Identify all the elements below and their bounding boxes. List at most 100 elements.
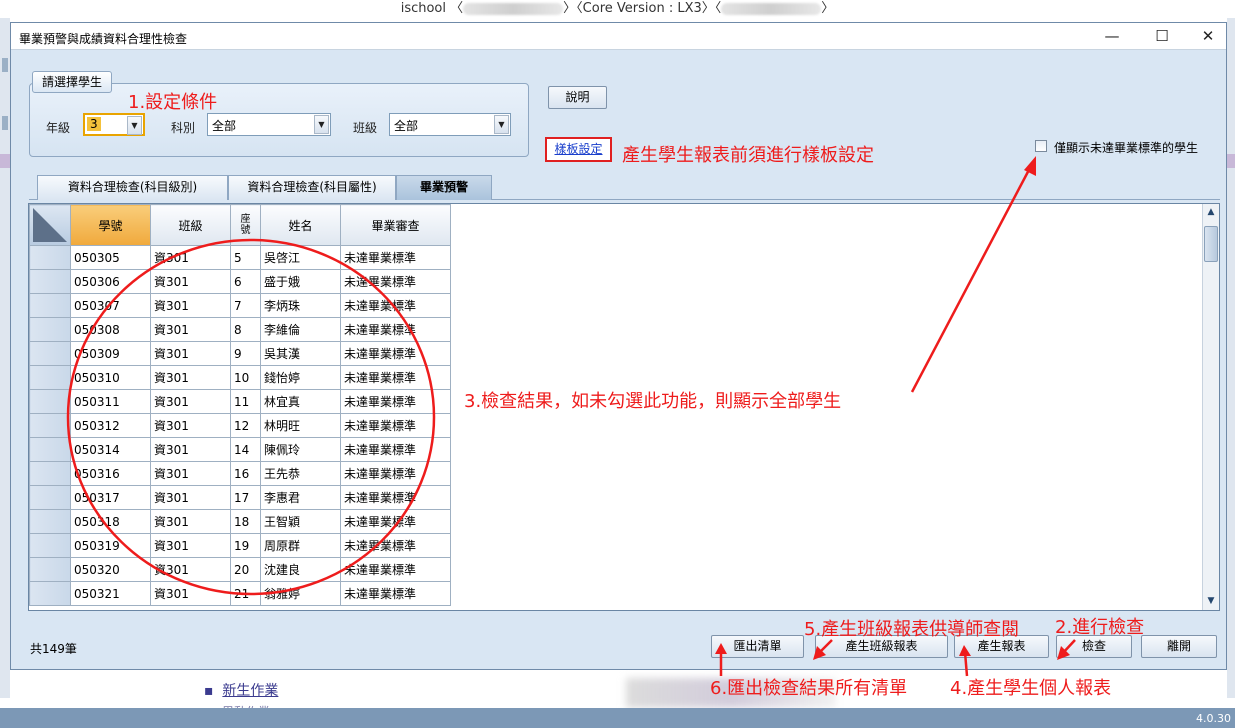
- table-row[interactable]: 050308 資301 8 李維倫 未達畢業標準: [29, 317, 451, 342]
- cell-class[interactable]: 資301: [150, 389, 231, 414]
- template-setting-link[interactable]: 樣板設定: [545, 137, 612, 162]
- cell-name[interactable]: 吳啓江: [260, 245, 341, 270]
- cell-student-id[interactable]: 050319: [70, 533, 151, 558]
- chevron-down-icon[interactable]: ▼: [127, 116, 142, 135]
- cell-seat[interactable]: 20: [230, 557, 261, 582]
- cell-name[interactable]: 王智穎: [260, 509, 341, 534]
- tab-graduation-warning[interactable]: 畢業預警: [396, 175, 492, 200]
- cell-graduation-review[interactable]: 未達畢業標準: [340, 437, 451, 462]
- table-row[interactable]: 050306 資301 6 盛于娥 未達畢業標準: [29, 269, 451, 294]
- cell-class[interactable]: 資301: [150, 413, 231, 438]
- cell-graduation-review[interactable]: 未達畢業標準: [340, 317, 451, 342]
- cell-seat[interactable]: 6: [230, 269, 261, 294]
- row-header[interactable]: [29, 581, 71, 606]
- cell-class[interactable]: 資301: [150, 533, 231, 558]
- cell-class[interactable]: 資301: [150, 317, 231, 342]
- cell-class[interactable]: 資301: [150, 341, 231, 366]
- row-header[interactable]: [29, 533, 71, 558]
- cell-seat[interactable]: 10: [230, 365, 261, 390]
- cell-student-id[interactable]: 050307: [70, 293, 151, 318]
- cell-name[interactable]: 林宜真: [260, 389, 341, 414]
- leave-button[interactable]: 離開: [1141, 635, 1217, 658]
- table-row[interactable]: 050321 資301 21 翁雅婷 未達畢業標準: [29, 581, 451, 606]
- cell-student-id[interactable]: 050310: [70, 365, 151, 390]
- cell-class[interactable]: 資301: [150, 437, 231, 462]
- table-row[interactable]: 050319 資301 19 周原群 未達畢業標準: [29, 533, 451, 558]
- select-all-corner[interactable]: [29, 204, 71, 246]
- row-header[interactable]: [29, 365, 71, 390]
- scroll-down-icon[interactable]: ▼: [1203, 593, 1219, 610]
- cell-graduation-review[interactable]: 未達畢業標準: [340, 485, 451, 510]
- tab-subject-level-check[interactable]: 資料合理檢查(科目級別): [37, 175, 228, 200]
- cell-seat[interactable]: 17: [230, 485, 261, 510]
- chevron-down-icon[interactable]: ▼: [314, 115, 329, 134]
- row-header[interactable]: [29, 245, 71, 270]
- cell-name[interactable]: 錢怡婷: [260, 365, 341, 390]
- cell-student-id[interactable]: 050318: [70, 509, 151, 534]
- cell-name[interactable]: 李惠君: [260, 485, 341, 510]
- cell-seat[interactable]: 16: [230, 461, 261, 486]
- cell-graduation-review[interactable]: 未達畢業標準: [340, 269, 451, 294]
- cell-student-id[interactable]: 050316: [70, 461, 151, 486]
- cell-student-id[interactable]: 050308: [70, 317, 151, 342]
- cell-class[interactable]: 資301: [150, 461, 231, 486]
- maximize-button[interactable]: ☐: [1139, 23, 1185, 50]
- export-list-button[interactable]: 匯出清單: [711, 635, 804, 658]
- grade-select[interactable]: 3 ▼: [83, 113, 145, 136]
- cell-graduation-review[interactable]: 未達畢業標準: [340, 581, 451, 606]
- row-header[interactable]: [29, 413, 71, 438]
- cell-graduation-review[interactable]: 未達畢業標準: [340, 389, 451, 414]
- table-row[interactable]: 050305 資301 5 吳啓江 未達畢業標準: [29, 245, 451, 270]
- cell-graduation-review[interactable]: 未達畢業標準: [340, 533, 451, 558]
- cell-student-id[interactable]: 050305: [70, 245, 151, 270]
- cell-class[interactable]: 資301: [150, 245, 231, 270]
- table-row[interactable]: 050314 資301 14 陳佩玲 未達畢業標準: [29, 437, 451, 462]
- minimize-button[interactable]: —: [1089, 23, 1135, 50]
- chevron-down-icon[interactable]: ▼: [494, 115, 509, 134]
- table-row[interactable]: 050316 資301 16 王先恭 未達畢業標準: [29, 461, 451, 486]
- cell-seat[interactable]: 11: [230, 389, 261, 414]
- column-header-seat[interactable]: 座號: [230, 204, 261, 246]
- row-header[interactable]: [29, 389, 71, 414]
- cell-graduation-review[interactable]: 未達畢業標準: [340, 245, 451, 270]
- row-header[interactable]: [29, 557, 71, 582]
- scroll-thumb[interactable]: [1204, 226, 1218, 262]
- cell-graduation-review[interactable]: 未達畢業標準: [340, 365, 451, 390]
- row-header[interactable]: [29, 269, 71, 294]
- column-header-name[interactable]: 姓名: [260, 204, 341, 246]
- cell-graduation-review[interactable]: 未達畢業標準: [340, 293, 451, 318]
- column-header-student-id[interactable]: 學號: [70, 204, 151, 246]
- row-header[interactable]: [29, 437, 71, 462]
- help-button[interactable]: 說明: [548, 86, 607, 109]
- cell-seat[interactable]: 18: [230, 509, 261, 534]
- cell-name[interactable]: 陳佩玲: [260, 437, 341, 462]
- class-select[interactable]: 全部 ▼: [389, 113, 511, 136]
- cell-name[interactable]: 李炳珠: [260, 293, 341, 318]
- row-header[interactable]: [29, 341, 71, 366]
- cell-class[interactable]: 資301: [150, 293, 231, 318]
- cell-name[interactable]: 周原群: [260, 533, 341, 558]
- close-button[interactable]: ✕: [1185, 23, 1231, 50]
- cell-name[interactable]: 翁雅婷: [260, 581, 341, 606]
- scroll-up-icon[interactable]: ▲: [1203, 204, 1219, 221]
- cell-name[interactable]: 王先恭: [260, 461, 341, 486]
- vertical-scrollbar[interactable]: ▲ ▼: [1202, 204, 1219, 610]
- column-header-graduation-review[interactable]: 畢業審查: [340, 204, 451, 246]
- cell-name[interactable]: 林明旺: [260, 413, 341, 438]
- cell-name[interactable]: 盛于娥: [260, 269, 341, 294]
- cell-class[interactable]: 資301: [150, 509, 231, 534]
- table-row[interactable]: 050310 資301 10 錢怡婷 未達畢業標準: [29, 365, 451, 390]
- table-row[interactable]: 050318 資301 18 王智穎 未達畢業標準: [29, 509, 451, 534]
- cell-seat[interactable]: 8: [230, 317, 261, 342]
- row-header[interactable]: [29, 293, 71, 318]
- cell-class[interactable]: 資301: [150, 557, 231, 582]
- cell-student-id[interactable]: 050321: [70, 581, 151, 606]
- cell-name[interactable]: 李維倫: [260, 317, 341, 342]
- column-header-class[interactable]: 班級: [150, 204, 231, 246]
- tab-subject-attribute-check[interactable]: 資料合理檢查(科目屬性): [228, 175, 396, 200]
- table-row[interactable]: 050311 資301 11 林宜真 未達畢業標準: [29, 389, 451, 414]
- cell-graduation-review[interactable]: 未達畢業標準: [340, 413, 451, 438]
- cell-class[interactable]: 資301: [150, 581, 231, 606]
- only-failed-checkbox[interactable]: [1035, 140, 1047, 152]
- only-failed-label[interactable]: 僅顯示未達畢業標準的學生: [1054, 139, 1198, 156]
